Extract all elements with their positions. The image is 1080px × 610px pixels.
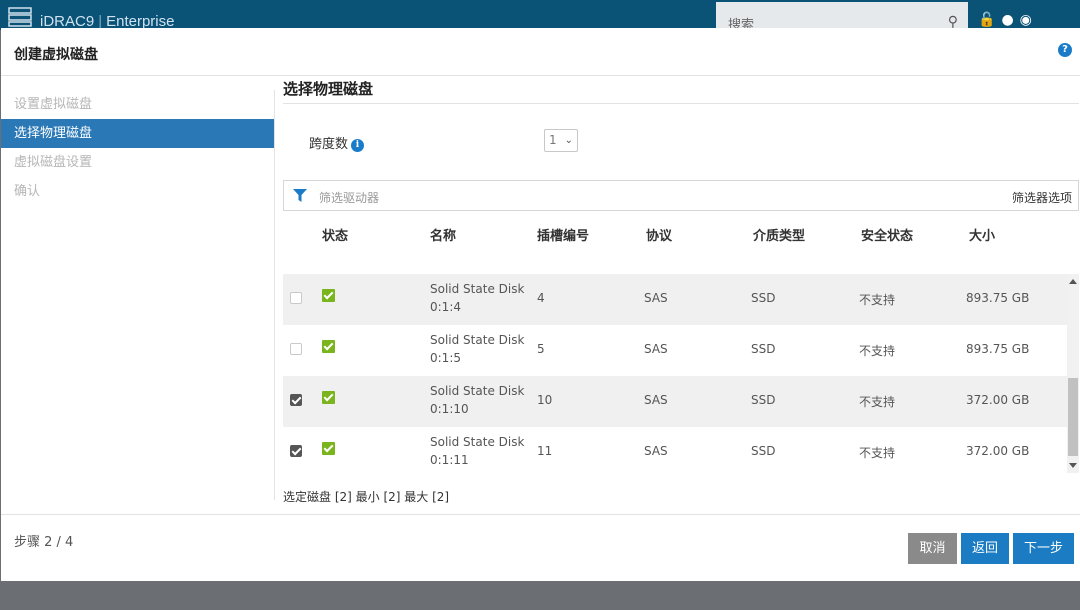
- disk-media-type: SSD: [751, 393, 776, 407]
- status-ok-icon: [322, 391, 335, 404]
- physical-disks-table: Solid State Disk 0:1:4 4 SAS SSD 不支持 893…: [283, 250, 1067, 473]
- table-row[interactable]: Solid State Disk 0:1:4 4 SAS SSD 不支持 893…: [283, 274, 1067, 325]
- column-header-name[interactable]: 名称: [430, 225, 456, 244]
- dialog-title: 创建虚拟磁盘: [14, 47, 98, 63]
- status-ok-icon: [322, 340, 335, 353]
- disk-protocol: SAS: [644, 342, 668, 356]
- span-count-value: 1: [549, 133, 557, 147]
- info-icon[interactable]: i: [351, 139, 365, 152]
- row-select-checkbox[interactable]: [290, 292, 302, 304]
- dialog-footer: 步骤 2 / 4 取消 返回 下一步: [1, 514, 1080, 581]
- disk-media-type: SSD: [751, 342, 776, 356]
- row-select-checkbox[interactable]: [290, 445, 302, 457]
- filter-options-link[interactable]: 筛选器选项: [1012, 189, 1072, 206]
- step-virtual-disk-settings[interactable]: 虚拟磁盘设置: [1, 148, 274, 177]
- step-counter: 步骤 2 / 4: [14, 535, 74, 550]
- disk-security: 不支持: [859, 395, 896, 409]
- column-header-size[interactable]: 大小: [969, 225, 995, 244]
- scroll-down-arrow-icon[interactable]: [1069, 463, 1077, 468]
- column-header-media-type[interactable]: 介质类型: [753, 225, 805, 244]
- selection-summary: 选定磁盘 [2] 最小 [2] 最大 [2]: [283, 490, 450, 504]
- scrollbar-thumb[interactable]: [1068, 378, 1078, 456]
- nav-divider: [274, 90, 275, 500]
- row-select-checkbox[interactable]: [290, 343, 302, 355]
- step-select-physical-disks[interactable]: 选择物理磁盘: [1, 119, 274, 148]
- help-circle-icon[interactable]: ◉: [1020, 12, 1038, 28]
- disk-media-type: SSD: [751, 444, 776, 458]
- disk-security: 不支持: [859, 293, 896, 307]
- wizard-steps-nav: 设置虚拟磁盘 选择物理磁盘 虚拟磁盘设置 确认: [1, 90, 274, 206]
- disk-protocol: SAS: [644, 444, 668, 458]
- disk-slot: 4: [537, 291, 545, 305]
- global-search-input[interactable]: 搜索 ⚲: [716, 2, 968, 33]
- cancel-button[interactable]: 取消: [908, 533, 957, 564]
- disk-protocol: SAS: [644, 393, 668, 407]
- span-count-select[interactable]: 1 ⌄: [544, 129, 578, 152]
- column-header-protocol[interactable]: 协议: [646, 225, 672, 244]
- next-button[interactable]: 下一步: [1013, 533, 1074, 564]
- span-count-label: 跨度数 i: [309, 133, 365, 152]
- disk-id: 0:1:11: [430, 453, 469, 467]
- filter-drives-input[interactable]: 筛选驱动器: [319, 189, 379, 206]
- dialog-header: 创建虚拟磁盘 ?: [1, 28, 1080, 76]
- app-header: iDRAC9 | Enterprise 搜索 ⚲ 🔓●◉: [0, 0, 1080, 33]
- step-setup-virtual-disk[interactable]: 设置虚拟磁盘: [1, 90, 274, 119]
- disk-slot: 5: [537, 342, 545, 356]
- disk-id: 0:1:5: [430, 351, 461, 365]
- user-icon[interactable]: ●: [1001, 12, 1019, 28]
- disk-security: 不支持: [859, 446, 896, 460]
- column-header-slot[interactable]: 插槽编号: [537, 225, 589, 244]
- status-ok-icon: [322, 289, 335, 302]
- disk-name: Solid State Disk: [430, 282, 525, 296]
- disk-media-type: SSD: [751, 291, 776, 305]
- disk-size: 893.75 GB: [966, 291, 1030, 305]
- section-divider: [283, 103, 1079, 104]
- table-row[interactable]: Solid State Disk 0:1:11 11 SAS SSD 不支持 3…: [283, 427, 1067, 473]
- status-ok-icon: [322, 442, 335, 455]
- disk-id: 0:1:10: [430, 402, 469, 416]
- chevron-down-icon: ⌄: [564, 135, 573, 146]
- disk-slot: 11: [537, 444, 553, 458]
- table-header: 状态 名称 插槽编号 协议 介质类型 安全状态 大小: [283, 222, 1079, 250]
- disk-security: 不支持: [859, 344, 896, 358]
- table-scrollbar[interactable]: [1067, 274, 1079, 473]
- scroll-up-arrow-icon[interactable]: [1069, 279, 1077, 284]
- disk-id: 0:1:4: [430, 300, 461, 314]
- server-logo-icon: [8, 7, 32, 27]
- drive-filter-bar: 筛选驱动器 筛选器选项: [283, 180, 1079, 211]
- disk-size: 372.00 GB: [966, 393, 1030, 407]
- header-icons: 🔓●◉: [978, 12, 1038, 28]
- filter-icon[interactable]: [293, 189, 307, 202]
- column-header-security[interactable]: 安全状态: [861, 225, 913, 244]
- row-select-checkbox[interactable]: [290, 394, 302, 406]
- help-icon[interactable]: ?: [1058, 43, 1072, 57]
- disk-slot: 10: [537, 393, 553, 407]
- disk-size: 893.75 GB: [966, 342, 1030, 356]
- table-row[interactable]: Solid State Disk 0:1:5 5 SAS SSD 不支持 893…: [283, 325, 1067, 376]
- section-title: 选择物理磁盘: [283, 80, 374, 98]
- disk-name: Solid State Disk: [430, 384, 525, 398]
- lock-icon[interactable]: 🔓: [978, 12, 1001, 28]
- span-count-text: 跨度数: [309, 137, 349, 152]
- disk-protocol: SAS: [644, 291, 668, 305]
- column-header-status[interactable]: 状态: [322, 225, 348, 244]
- disk-name: Solid State Disk: [430, 333, 525, 347]
- step-confirm[interactable]: 确认: [1, 177, 274, 206]
- disk-size: 372.00 GB: [966, 444, 1030, 458]
- table-row[interactable]: Solid State Disk 0:1:10 10 SAS SSD 不支持 3…: [283, 376, 1067, 427]
- back-button[interactable]: 返回: [961, 533, 1009, 564]
- disk-name: Solid State Disk: [430, 435, 525, 449]
